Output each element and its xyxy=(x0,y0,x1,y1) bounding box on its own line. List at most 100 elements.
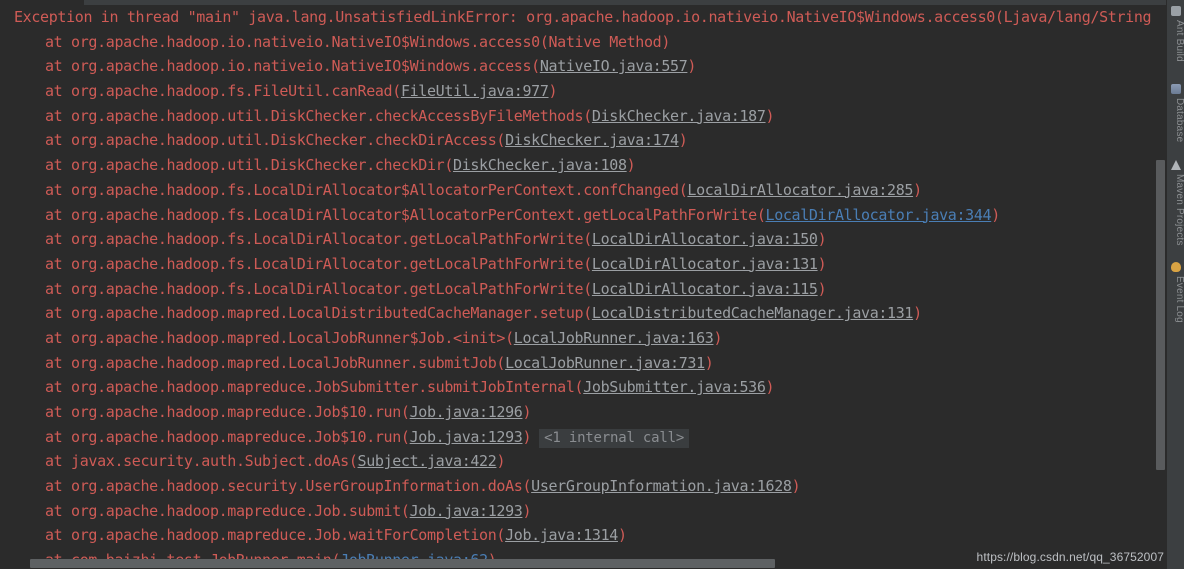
frame-source-link[interactable]: LocalDirAllocator.java:115 xyxy=(592,280,818,298)
frame-method-name: org.apache.hadoop.fs.LocalDirAllocator.g… xyxy=(71,279,584,298)
stack-frame-line: at org.apache.hadoop.fs.LocalDirAllocato… xyxy=(0,227,1166,252)
frame-at-keyword: at xyxy=(45,254,72,273)
stack-frame-line: at org.apache.hadoop.mapreduce.JobSubmit… xyxy=(0,375,1166,400)
frame-open-paren: ( xyxy=(392,82,401,101)
frame-at-keyword: at xyxy=(45,230,72,249)
stack-frame-line: at org.apache.hadoop.mapreduce.Job.submi… xyxy=(0,499,1166,524)
frame-method-name: org.apache.hadoop.mapred.LocalJobRunner.… xyxy=(71,353,497,372)
frame-at-keyword: at xyxy=(45,452,72,471)
frame-method-name: org.apache.hadoop.mapreduce.Job.submit xyxy=(71,501,401,520)
exception-header-line: Exception in thread "main" java.lang.Uns… xyxy=(0,5,1166,30)
frame-source-link[interactable]: DiskChecker.java:187 xyxy=(592,107,766,125)
frame-source-link[interactable]: LocalJobRunner.java:163 xyxy=(514,329,714,347)
frame-at-keyword: at xyxy=(45,304,72,323)
frame-open-paren: ( xyxy=(583,279,592,298)
frame-method-name: org.apache.hadoop.fs.LocalDirAllocator.g… xyxy=(71,254,584,273)
frame-method-name: org.apache.hadoop.fs.LocalDirAllocator.g… xyxy=(71,230,584,249)
watermark-url: https://blog.csdn.net/qq_36752007 xyxy=(976,550,1164,564)
tool-window-maven-projects[interactable]: Maven Projects xyxy=(1167,174,1184,246)
frame-source-link[interactable]: LocalDirAllocator.java:344 xyxy=(766,206,992,224)
frame-source-link[interactable]: Subject.java:422 xyxy=(358,452,497,470)
frame-close-paren: ) xyxy=(548,82,558,101)
frame-at-keyword: at xyxy=(45,32,72,51)
tool-window-event-log[interactable]: Event Log xyxy=(1167,276,1184,323)
frame-source-link[interactable]: LocalDirAllocator.java:285 xyxy=(687,181,913,199)
maven-icon[interactable] xyxy=(1171,160,1181,170)
frame-at-keyword: at xyxy=(45,106,72,125)
frame-close-paren: ) xyxy=(704,353,714,372)
stack-frame-list: at org.apache.hadoop.io.nativeio.NativeI… xyxy=(0,30,1166,564)
frame-source-link[interactable]: UserGroupInformation.java:1628 xyxy=(531,477,792,495)
frame-open-paren: ( xyxy=(348,452,358,471)
frame-source-link[interactable]: JobSubmitter.java:536 xyxy=(583,378,766,396)
frame-source-link[interactable]: NativeIO.java:557 xyxy=(540,57,688,75)
frame-source-link[interactable]: LocalDistributedCacheManager.java:131 xyxy=(592,304,914,322)
vertical-scrollbar-thumb[interactable] xyxy=(1156,160,1165,470)
exception-header-text: Exception in thread "main" java.lang.Uns… xyxy=(14,8,1166,26)
frame-close-paren: ) xyxy=(713,328,723,347)
frame-method-name: org.apache.hadoop.security.UserGroupInfo… xyxy=(71,477,523,496)
frame-open-paren: ( xyxy=(400,403,410,421)
stack-frame-line: at org.apache.hadoop.fs.LocalDirAllocato… xyxy=(0,252,1166,277)
frame-source-link[interactable]: Job.java:1296 xyxy=(410,403,523,421)
frame-method-name: org.apache.hadoop.fs.FileUtil.canRead xyxy=(71,82,393,101)
tool-window-database[interactable]: Database xyxy=(1167,98,1184,142)
frame-at-keyword: at xyxy=(45,156,72,175)
frame-at-keyword: at xyxy=(45,403,72,421)
frame-at-keyword: at xyxy=(45,427,72,446)
frame-method-name: javax.security.auth.Subject.doAs xyxy=(71,452,349,471)
stack-frame-line: at org.apache.hadoop.mapreduce.Job$10.ru… xyxy=(0,425,1166,450)
frame-method-name: org.apache.hadoop.util.DiskChecker.check… xyxy=(71,131,497,150)
vertical-scrollbar[interactable] xyxy=(1155,5,1166,569)
frame-close-paren: ) xyxy=(496,452,506,471)
frame-close-paren: ) xyxy=(817,279,827,298)
frame-at-keyword: at xyxy=(45,57,72,76)
stack-frame-line: at org.apache.hadoop.util.DiskChecker.ch… xyxy=(0,104,1166,129)
frame-source-link: Native Method xyxy=(548,32,662,51)
frame-method-name: org.apache.hadoop.mapred.LocalJobRunner$… xyxy=(71,328,506,347)
frame-source-link[interactable]: FileUtil.java:977 xyxy=(401,82,549,100)
stack-frame-line: at org.apache.hadoop.mapred.LocalDistrib… xyxy=(0,301,1166,326)
frame-open-paren: ( xyxy=(496,526,506,545)
frame-open-paren: ( xyxy=(400,427,410,446)
frame-source-link[interactable]: DiskChecker.java:174 xyxy=(505,131,679,149)
frame-source-link[interactable]: Job.java:1293 xyxy=(410,502,523,520)
frame-source-link[interactable]: LocalDirAllocator.java:131 xyxy=(592,255,818,273)
frame-at-keyword: at xyxy=(45,526,72,545)
console-output: Exception in thread "main" java.lang.Uns… xyxy=(0,5,1166,564)
horizontal-scrollbar-thumb[interactable] xyxy=(30,559,775,568)
internal-call-badge[interactable]: <1 internal call> xyxy=(539,428,690,448)
frame-close-paren: ) xyxy=(617,526,627,545)
stack-frame-line: at org.apache.hadoop.io.nativeio.NativeI… xyxy=(0,30,1166,55)
frame-source-link[interactable]: Job.java:1314 xyxy=(505,526,618,544)
frame-close-paren: ) xyxy=(661,32,671,51)
frame-method-name: org.apache.hadoop.io.nativeio.NativeIO$W… xyxy=(71,57,532,76)
frame-close-paren: ) xyxy=(913,304,922,323)
frame-close-paren: ) xyxy=(765,106,775,125)
frame-open-paren: ( xyxy=(531,57,540,76)
ide-run-console-window: + Exception in thread "main" java.lang.U… xyxy=(0,0,1184,569)
frame-source-link[interactable]: LocalJobRunner.java:731 xyxy=(505,354,705,372)
frame-close-paren: ) xyxy=(765,378,775,397)
frame-method-name: org.apache.hadoop.mapred.LocalDistribute… xyxy=(71,304,584,323)
frame-method-name: org.apache.hadoop.io.nativeio.NativeIO$W… xyxy=(71,32,540,51)
frame-close-paren: ) xyxy=(522,501,532,520)
frame-method-name: org.apache.hadoop.util.DiskChecker.check… xyxy=(71,106,584,125)
frame-source-link[interactable]: Job.java:1293 xyxy=(410,428,523,446)
frame-method-name: org.apache.hadoop.mapreduce.JobSubmitter… xyxy=(71,378,575,397)
frame-open-paren: ( xyxy=(496,353,506,372)
bulb-icon[interactable] xyxy=(1171,262,1181,272)
frame-open-paren: ( xyxy=(444,156,454,175)
frame-at-keyword: at xyxy=(45,501,72,520)
frame-at-keyword: at xyxy=(45,131,72,150)
frame-close-paren: ) xyxy=(522,427,532,446)
frame-source-link[interactable]: DiskChecker.java:108 xyxy=(453,156,627,174)
frame-method-name: org.apache.hadoop.mapreduce.Job.waitForC… xyxy=(71,526,497,545)
ant-icon[interactable] xyxy=(1171,6,1181,16)
frame-method-name: org.apache.hadoop.fs.LocalDirAllocator$A… xyxy=(71,205,757,224)
stack-frame-line: at org.apache.hadoop.mapreduce.Job.waitF… xyxy=(0,523,1166,548)
frame-close-paren: ) xyxy=(678,131,688,150)
database-icon[interactable] xyxy=(1171,84,1181,94)
frame-source-link[interactable]: LocalDirAllocator.java:150 xyxy=(592,230,818,248)
tool-window-ant-build[interactable]: Ant Build xyxy=(1167,20,1184,62)
